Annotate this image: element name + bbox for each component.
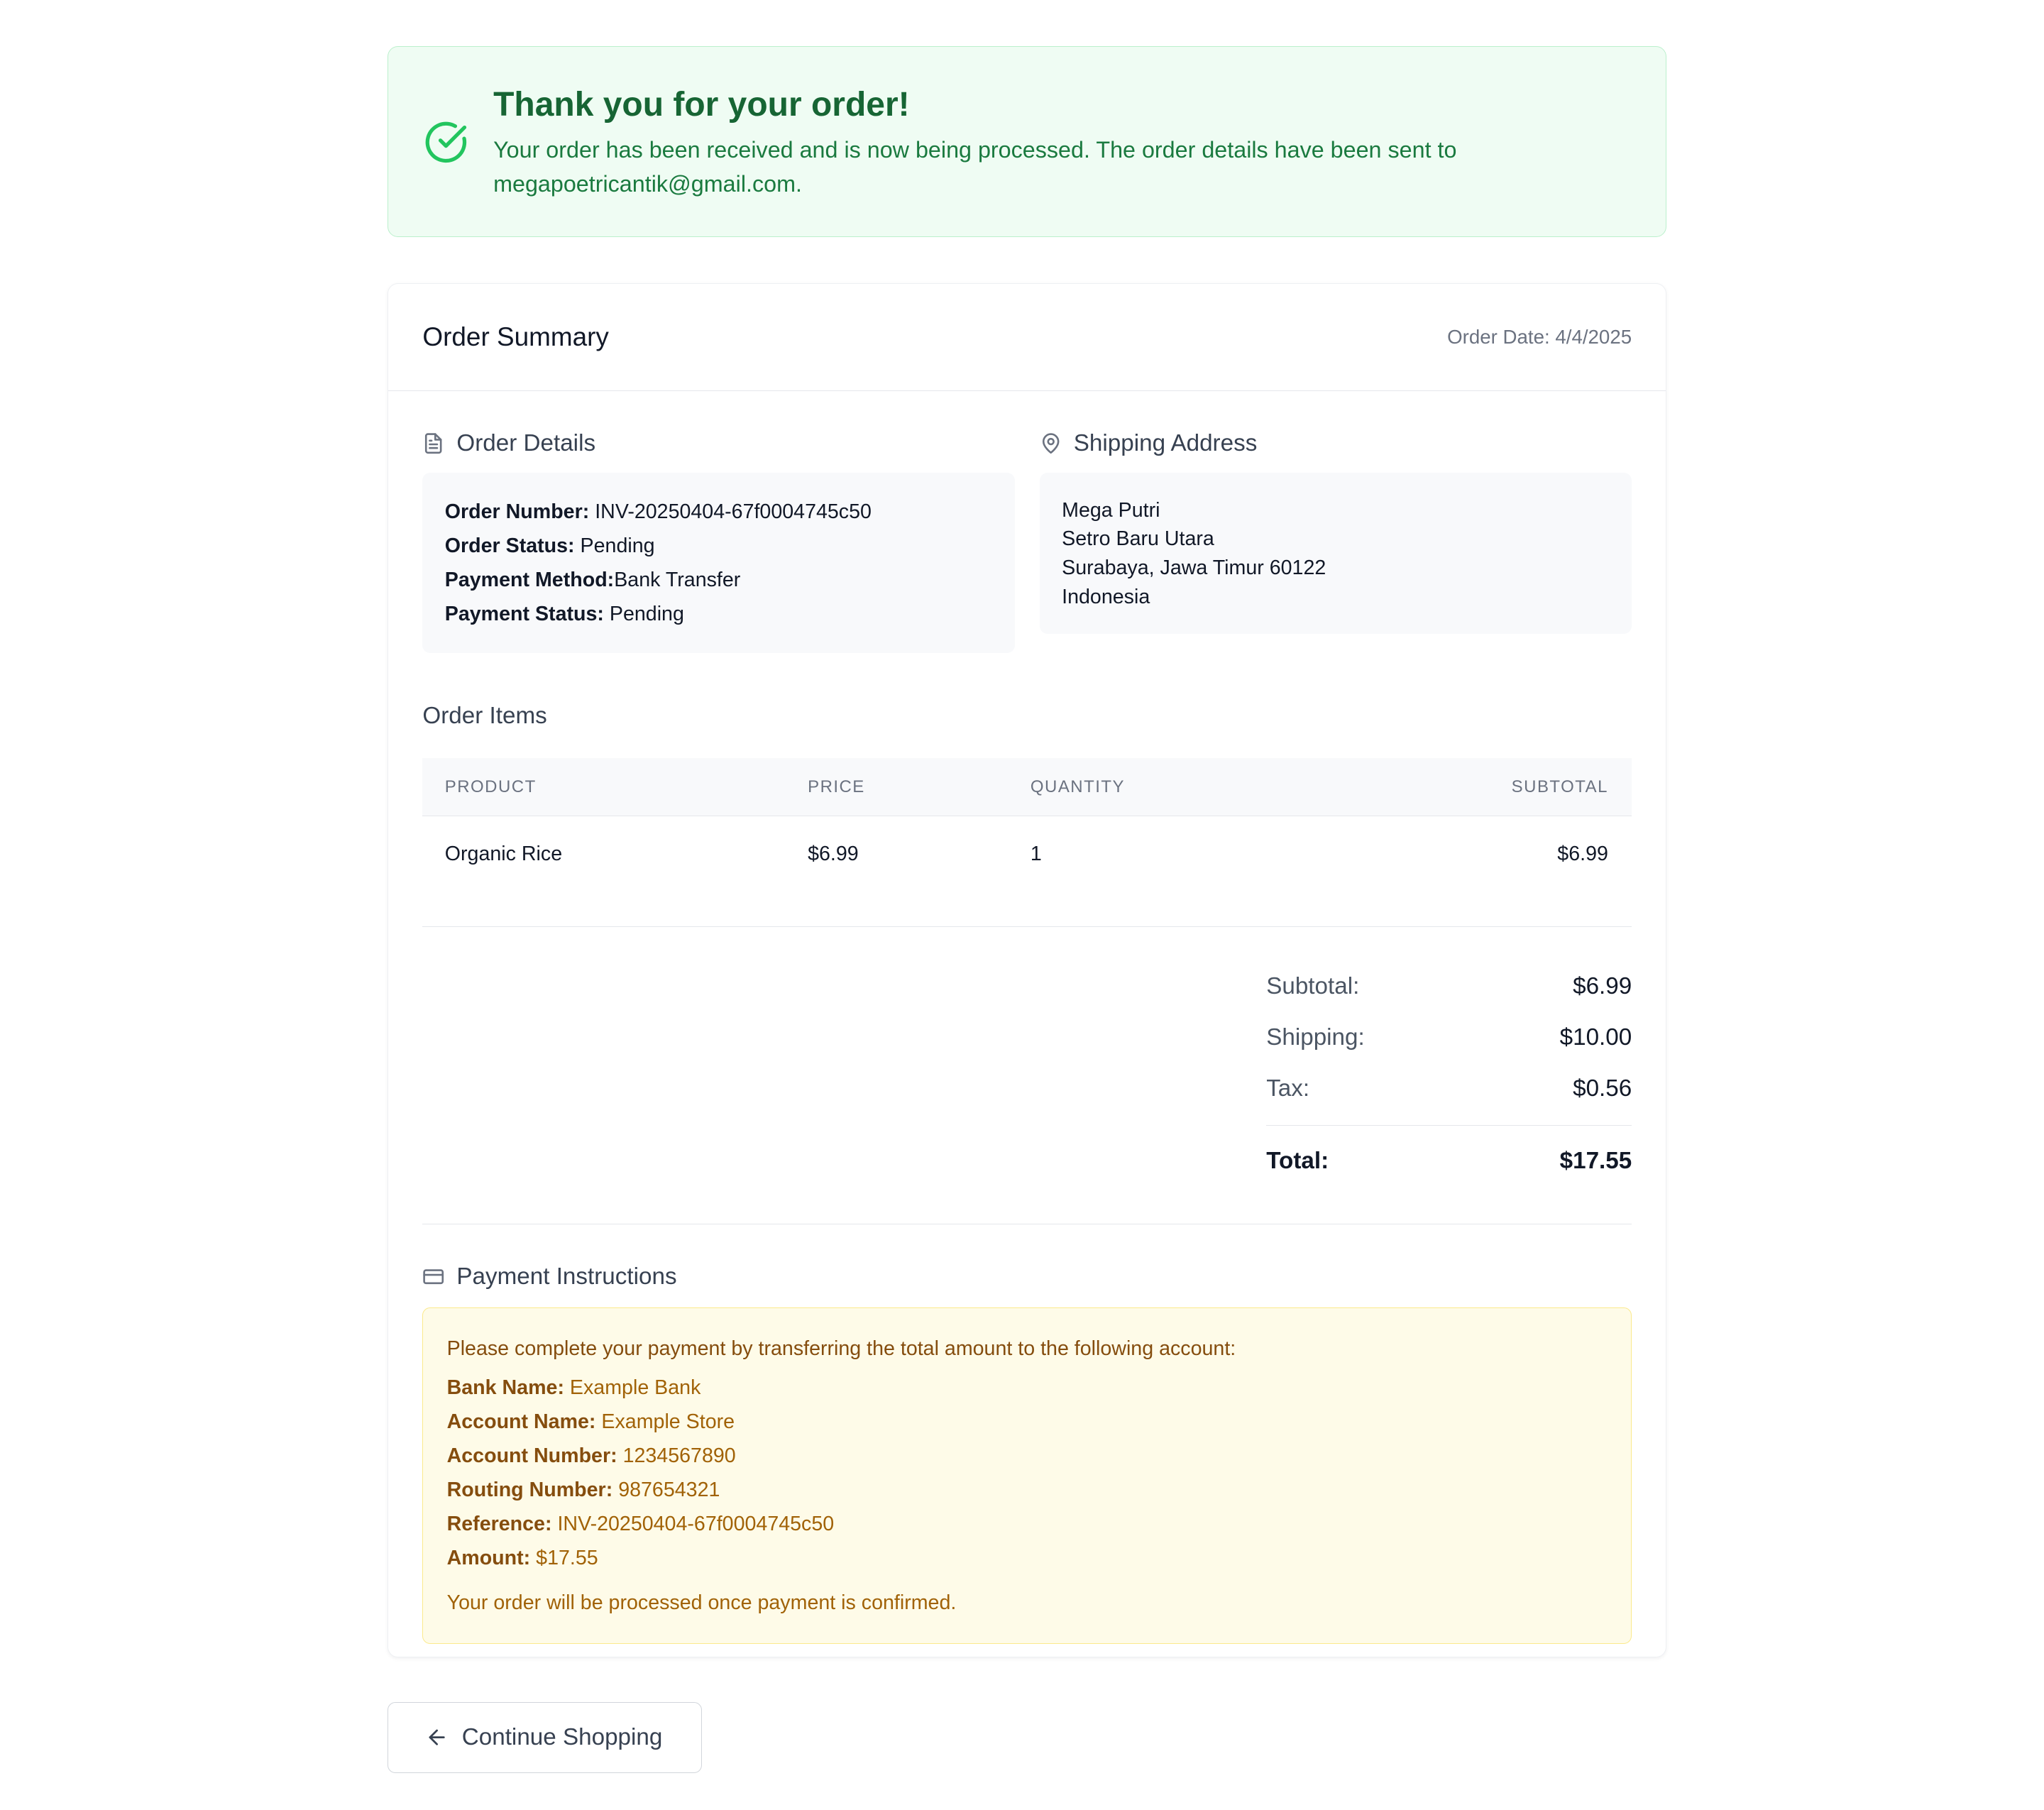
order-items-title: Order Items <box>422 703 547 730</box>
payment-note: Your order will be processed once paymen… <box>446 1591 957 1614</box>
item-price: $6.99 <box>808 843 859 866</box>
order-items-table: PRODUCT PRICE QUANTITY SUBTOTAL Organic … <box>422 757 1632 893</box>
tax-label: Tax: <box>1266 1075 1310 1102</box>
tax-value: $0.56 <box>1573 1075 1632 1102</box>
amount: $17.55 <box>536 1547 598 1570</box>
payment-method: Bank Transfer <box>614 568 741 591</box>
subtotal-value: $6.99 <box>1573 973 1632 1000</box>
reference: INV-20250404-67f0004745c50 <box>557 1513 835 1536</box>
total-value: $17.55 <box>1559 1147 1632 1174</box>
payment-instructions-box: Please complete your payment by transfer… <box>422 1307 1632 1645</box>
routing-number: 987654321 <box>618 1479 720 1502</box>
reference-label: Reference: <box>446 1513 552 1536</box>
table-header-row: PRODUCT PRICE QUANTITY SUBTOTAL <box>422 757 1632 817</box>
card-header: Order Summary Order Date: 4/4/2025 <box>388 284 1666 392</box>
success-banner: Thank you for your order! Your order has… <box>388 45 1667 238</box>
order-summary-card: Order Summary Order Date: 4/4/2025 Order… <box>388 283 1667 1658</box>
order-details-box: Order Number: INV-20250404-67f0004745c50… <box>422 472 1015 654</box>
payment-instructions-title: Payment Instructions <box>456 1263 677 1290</box>
payment-method-label: Payment Method: <box>444 568 615 591</box>
payment-status-label: Payment Status: <box>444 602 604 625</box>
document-icon <box>425 433 442 454</box>
order-status-label: Order Status: <box>444 534 575 557</box>
item-quantity: 1 <box>1030 843 1042 866</box>
shipping-label: Shipping: <box>1266 1024 1365 1051</box>
item-subtotal: $6.99 <box>1557 843 1608 866</box>
order-confirmation: Thank you for your order! Your order has… <box>388 45 1667 1773</box>
shipping-city: Surabaya, Jawa Timur 60122 <box>1062 556 1326 579</box>
payment-status: Pending <box>609 602 684 625</box>
tax-row: Tax: $0.56 <box>1266 1063 1632 1114</box>
order-number-label: Order Number: <box>444 500 590 523</box>
amount-label: Amount: <box>446 1547 531 1570</box>
account-name-label: Account Name: <box>446 1410 596 1434</box>
shipping-address-section: Shipping Address Mega Putri Setro Baru U… <box>1039 428 1632 654</box>
map-pin-icon <box>1042 433 1060 454</box>
banner-title: Thank you for your order! <box>493 86 910 124</box>
banner-message: Your order has been received and is now … <box>493 137 1457 197</box>
shipping-name: Mega Putri <box>1062 498 1160 522</box>
account-number-label: Account Number: <box>446 1444 617 1468</box>
bank-name: Example Bank <box>569 1376 701 1400</box>
payment-instructions-heading: Payment Instructions <box>422 1261 1632 1293</box>
shipping-address-box: Mega Putri Setro Baru Utara Surabaya, Ja… <box>1039 472 1632 634</box>
table-row: Organic Rice $6.99 1 $6.99 <box>422 816 1632 893</box>
shipping-address-title: Shipping Address <box>1073 429 1258 456</box>
order-number: INV-20250404-67f0004745c50 <box>595 500 872 523</box>
check-circle-icon <box>425 121 467 163</box>
header-product: PRODUCT <box>422 757 808 817</box>
continue-shopping-label: Continue Shopping <box>461 1723 663 1750</box>
payment-lead: Please complete your payment by transfer… <box>446 1337 1236 1360</box>
shipping-row: Shipping: $10.00 <box>1266 1012 1632 1063</box>
order-status: Pending <box>580 534 655 557</box>
credit-card-icon <box>423 1269 444 1285</box>
subtotal-row: Subtotal: $6.99 <box>1266 961 1632 1012</box>
item-product: Organic Rice <box>444 843 563 866</box>
total-label: Total: <box>1266 1147 1329 1174</box>
shipping-street: Setro Baru Utara <box>1062 527 1214 551</box>
account-name: Example Store <box>601 1410 735 1434</box>
arrow-left-icon <box>429 1729 445 1745</box>
shipping-country: Indonesia <box>1062 585 1150 608</box>
routing-number-label: Routing Number: <box>446 1479 613 1502</box>
summary-title: Order Summary <box>422 322 609 351</box>
header-subtotal: SUBTOTAL <box>1292 757 1632 817</box>
order-date: Order Date: 4/4/2025 <box>1447 325 1632 348</box>
continue-shopping-button[interactable]: Continue Shopping <box>388 1701 703 1773</box>
order-details-title: Order Details <box>456 429 596 456</box>
total-row: Total: $17.55 <box>1266 1124 1632 1195</box>
order-details-section: Order Details Order Number: INV-20250404… <box>422 428 1015 654</box>
subtotal-label: Subtotal: <box>1266 973 1360 1000</box>
header-price: PRICE <box>808 757 1031 817</box>
order-totals: Subtotal: $6.99 Shipping: $10.00 Tax: $0… <box>1266 927 1632 1195</box>
bank-name-label: Bank Name: <box>446 1376 564 1400</box>
header-quantity: QUANTITY <box>1030 757 1293 817</box>
account-number: 1234567890 <box>622 1444 736 1468</box>
shipping-value: $10.00 <box>1559 1024 1632 1051</box>
